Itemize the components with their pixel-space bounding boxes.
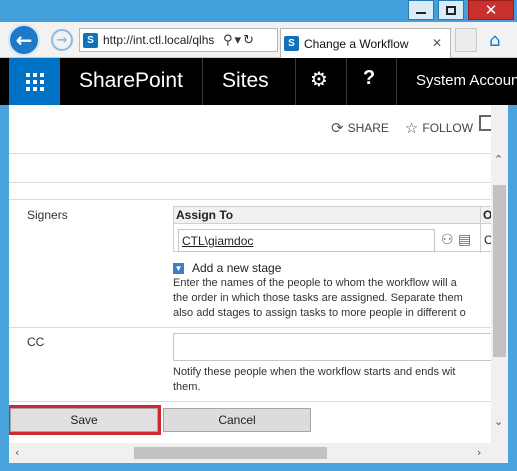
minimize-icon	[416, 12, 426, 14]
horizontal-scrollbar[interactable]: ‹ ›	[9, 443, 491, 463]
divider	[346, 58, 347, 105]
account-menu[interactable]: System Account	[416, 72, 517, 89]
divider	[9, 199, 491, 200]
dropdown-icon[interactable]: ▾	[235, 33, 242, 48]
assign-to-header: Assign To	[176, 208, 234, 222]
close-window-button[interactable]: ✕	[468, 0, 514, 20]
maximize-button[interactable]	[438, 0, 464, 20]
help-line: Notify these people when the workflow st…	[173, 366, 456, 378]
scroll-down-icon[interactable]: ⌄	[494, 415, 503, 428]
tab-close-icon[interactable]: ✕	[432, 36, 442, 50]
divider	[9, 153, 491, 154]
add-new-stage-link[interactable]: ▼ Add a new stage	[173, 261, 281, 275]
home-icon[interactable]: ⌂	[489, 30, 500, 51]
cc-people-picker[interactable]	[173, 333, 491, 361]
divider	[202, 58, 203, 105]
assign-to-people-picker[interactable]: CTL\giamdoc	[178, 229, 435, 252]
sites-link[interactable]: Sites	[222, 69, 269, 93]
browser-navbar: ← → S http://int.ctl.local/qlhs ⚲ ▾ ↻ S …	[0, 22, 517, 58]
divider	[295, 58, 296, 105]
scroll-right-icon[interactable]: ›	[477, 446, 481, 459]
vertical-scroll-thumb[interactable]	[493, 185, 506, 357]
sharepoint-favicon-icon: S	[83, 32, 98, 48]
minimize-button[interactable]	[408, 0, 434, 20]
follow-label: FOLLOW	[422, 121, 474, 135]
assign-table: Assign To Or CTL\giamdoc ⚇ ▤ O	[173, 206, 491, 253]
assignee-value[interactable]: CTL\giamdoc	[182, 234, 253, 248]
search-icon[interactable]: ⚲	[223, 33, 233, 48]
scroll-left-icon[interactable]: ‹	[15, 446, 19, 459]
cc-label: CC	[27, 335, 45, 349]
cancel-button[interactable]: Cancel	[163, 408, 311, 432]
check-names-browse-icon[interactable]: ⚇ ▤	[441, 232, 471, 248]
order-cell[interactable]: O	[484, 233, 491, 247]
divider	[9, 182, 491, 183]
sharepoint-brand[interactable]: SharePoint	[79, 69, 183, 93]
help-line: also add stages to assign tasks to more …	[173, 307, 466, 319]
share-action[interactable]: ⟳ SHARE	[331, 119, 389, 137]
sharepoint-suitebar: SharePoint Sites ⚙ ? System Account	[0, 58, 517, 105]
gear-icon[interactable]: ⚙	[310, 67, 328, 91]
close-icon: ✕	[484, 0, 498, 19]
maximize-icon	[446, 5, 456, 15]
page-actions: ⟳ SHARE ☆ FOLLOW	[331, 119, 489, 137]
save-button[interactable]: Save	[9, 405, 161, 435]
divider	[9, 401, 491, 402]
help-icon[interactable]: ?	[363, 67, 375, 90]
signers-help-text: Enter the names of the people to whom th…	[173, 276, 466, 321]
address-url[interactable]: http://int.ctl.local/qlhs	[103, 33, 221, 47]
vertical-scrollbar[interactable]: ⌃ ⌄	[491, 105, 508, 443]
focus-mode-icon[interactable]	[479, 115, 491, 131]
share-icon: ⟳	[331, 119, 344, 137]
table-header-row: Assign To Or	[174, 207, 491, 224]
scroll-up-icon[interactable]: ⌃	[494, 153, 503, 166]
star-icon: ☆	[404, 119, 419, 137]
back-button[interactable]: ←	[8, 24, 40, 56]
help-line: Enter the names of the people to whom th…	[173, 277, 457, 289]
add-stage-label: Add a new stage	[192, 261, 282, 275]
help-line: them.	[173, 381, 201, 393]
cc-help-text: Notify these people when the workflow st…	[173, 365, 455, 395]
follow-action[interactable]: ☆ FOLLOW	[405, 119, 473, 137]
forward-arrow-icon: →	[56, 32, 68, 48]
tab-favicon-icon: S	[284, 36, 299, 51]
order-header: Or	[483, 208, 491, 222]
tab-title: Change a Workflow	[304, 36, 409, 51]
signers-label: Signers	[27, 208, 68, 222]
forward-button[interactable]: →	[51, 29, 73, 51]
divider	[9, 327, 491, 328]
expand-icon: ▼	[173, 262, 184, 274]
app-launcher-icon[interactable]	[9, 58, 60, 105]
scroll-corner	[491, 443, 508, 463]
page-content: ⟳ SHARE ☆ FOLLOW Signers Assign To Or CT…	[9, 105, 491, 443]
new-tab-button[interactable]	[455, 28, 477, 52]
share-label: SHARE	[347, 121, 389, 135]
browser-tab[interactable]: S Change a Workflow ✕	[280, 28, 451, 58]
refresh-icon[interactable]: ↻	[243, 33, 254, 48]
divider	[396, 58, 397, 105]
back-arrow-icon: ←	[15, 28, 33, 52]
help-line: the order in which those tasks are assig…	[173, 292, 463, 304]
window-titlebar: ✕	[0, 0, 517, 22]
column-divider	[480, 207, 481, 253]
address-bar[interactable]: S http://int.ctl.local/qlhs ⚲ ▾ ↻	[79, 28, 278, 52]
horizontal-scroll-thumb[interactable]	[134, 447, 327, 459]
